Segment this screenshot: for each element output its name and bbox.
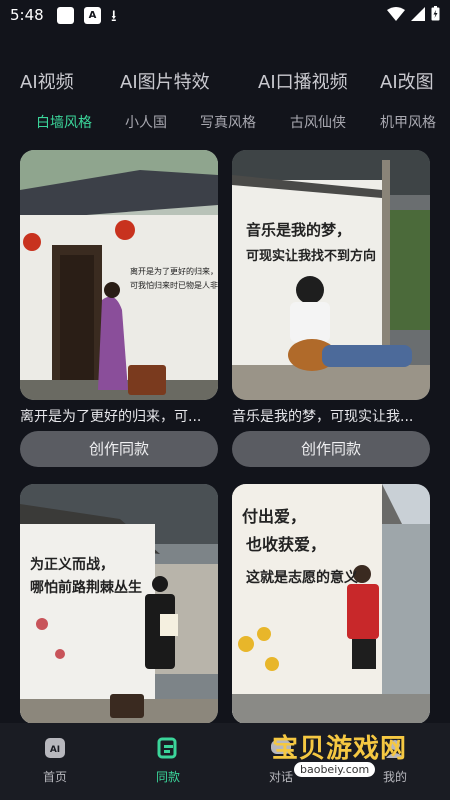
- nav-template-label: 同款: [155, 770, 180, 784]
- template-caption: 离开是为了更好的归来，可...: [20, 409, 202, 425]
- nav-home[interactable]: AI 首页: [20, 737, 90, 785]
- watermark: 宝贝游戏网 baobeiy.com: [272, 728, 450, 786]
- wifi-icon: [387, 6, 405, 21]
- mural-text-line: 为正义而战，: [30, 556, 114, 573]
- mural-text-line: 音乐是我的梦，: [246, 221, 351, 239]
- battery-icon: [431, 6, 440, 21]
- create-same-button[interactable]: 创作同款: [232, 431, 430, 467]
- watermark-text: 宝贝游戏网: [272, 734, 408, 764]
- signal-icon: [411, 6, 425, 21]
- tab-portrait[interactable]: 写真风格: [200, 112, 256, 132]
- mural-text-line: 哪怕前路荆棘丛生: [30, 579, 142, 596]
- nav-home-label: 首页: [42, 770, 67, 784]
- template-card-image[interactable]: 为正义而战， 哪怕前路荆棘丛生: [20, 484, 218, 724]
- create-same-button[interactable]: 创作同款: [20, 431, 218, 467]
- tab-ancient-fantasy[interactable]: 古风仙侠: [290, 112, 346, 132]
- mural-text-line: 付出爱，: [242, 507, 306, 526]
- category-tabs: AI视频 AI图片特效 AI口播视频 AI改图: [0, 68, 450, 102]
- status-bar: 5:48 A ⭳: [0, 0, 450, 32]
- tab-ai-talking-video[interactable]: AI口播视频: [258, 68, 348, 94]
- ai-home-icon: AI: [45, 738, 65, 758]
- style-tabs: 白墙风格 小人国 写真风格 古风仙侠 机甲风格: [0, 112, 450, 134]
- download-icon: ⭳: [111, 6, 117, 25]
- tab-miniature[interactable]: 小人国: [125, 112, 167, 132]
- app-notification-icon: A: [84, 7, 101, 24]
- tab-mecha[interactable]: 机甲风格: [380, 112, 440, 132]
- system-icons: [387, 6, 440, 21]
- template-card-image[interactable]: 付出爱， 也收获爱， 这就是志愿的意义: [232, 484, 430, 724]
- mural-text-line: 这就是志愿的意义: [246, 569, 358, 586]
- tab-ai-video[interactable]: AI视频: [20, 68, 74, 94]
- template-card-image[interactable]: 音乐是我的梦， 可现实让我找不到方向: [232, 150, 430, 400]
- mural-text-line: 也收获爱，: [246, 535, 326, 554]
- status-time: 5:48: [10, 6, 44, 24]
- template-caption: 音乐是我的梦，可现实让我...: [232, 409, 414, 425]
- tab-ai-image-effects[interactable]: AI图片特效: [120, 68, 210, 94]
- template-icon: [157, 737, 177, 759]
- mural-text-line: 离开是为了更好的归来，: [130, 266, 218, 276]
- nav-template[interactable]: 同款: [133, 737, 203, 785]
- svg-text:AI: AI: [50, 745, 60, 755]
- mural-text-line: 可我怕归来时已物是人非: [130, 280, 218, 290]
- tab-ai-image-edit[interactable]: AI改图: [380, 68, 434, 94]
- watermark-url: baobeiy.com: [294, 762, 376, 777]
- tab-white-wall[interactable]: 白墙风格: [36, 112, 92, 132]
- notification-icon: [57, 7, 74, 24]
- template-card-image[interactable]: 离开是为了更好的归来， 可我怕归来时已物是人非: [20, 150, 218, 400]
- mural-text-line: 可现实让我找不到方向: [246, 248, 376, 264]
